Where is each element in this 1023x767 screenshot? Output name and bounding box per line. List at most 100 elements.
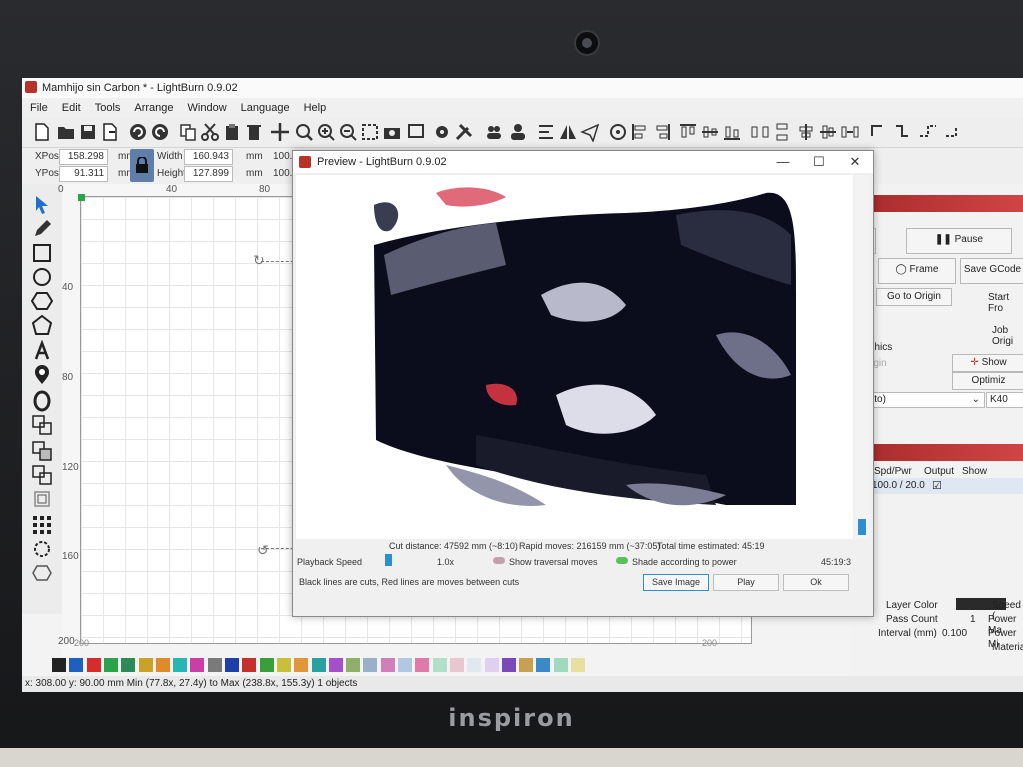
corner-right-icon[interactable]	[918, 122, 938, 142]
new-file-icon[interactable]	[32, 122, 52, 142]
color-swatch[interactable]	[207, 658, 222, 672]
offset-icon[interactable]	[31, 390, 53, 412]
align-right-icon[interactable]	[652, 122, 672, 142]
color-swatch[interactable]	[363, 658, 378, 672]
rotate-handle-icon[interactable]: ↻	[253, 252, 265, 269]
color-swatch[interactable]	[225, 658, 239, 672]
menu-help[interactable]: Help	[296, 98, 333, 114]
color-swatch[interactable]	[484, 658, 499, 672]
machine-settings-icon[interactable]	[454, 122, 474, 142]
distribute-v-icon[interactable]	[772, 122, 792, 142]
color-swatch[interactable]	[415, 658, 430, 672]
color-swatch[interactable]	[328, 658, 343, 672]
interval-value[interactable]: 0.100	[942, 628, 967, 639]
save-gcode-button[interactable]: Save GCode	[960, 258, 1023, 284]
menu-arrange[interactable]: Arrange	[126, 98, 179, 114]
slider-thumb[interactable]	[385, 554, 392, 566]
paste-icon[interactable]	[222, 122, 242, 142]
zoom-page-icon[interactable]	[294, 122, 314, 142]
color-swatch[interactable]	[311, 658, 326, 672]
color-swatch[interactable]	[52, 658, 66, 672]
align-icon[interactable]	[536, 122, 556, 142]
scrollbar-thumb[interactable]	[858, 519, 866, 535]
color-swatch[interactable]	[242, 658, 257, 672]
color-swatch[interactable]	[553, 658, 568, 672]
height-field[interactable]: 127.899	[184, 166, 233, 182]
distribute-h-icon[interactable]	[750, 122, 770, 142]
select-arrow-icon[interactable]	[31, 194, 53, 216]
color-swatch[interactable]	[276, 658, 291, 672]
traversal-toggle[interactable]	[493, 557, 505, 564]
device-select[interactable]: K40	[986, 392, 1023, 408]
ellipse-icon[interactable]	[31, 266, 53, 288]
lock-ratio-button[interactable]	[130, 149, 154, 182]
send-icon[interactable]	[580, 122, 600, 142]
boolean-union-icon[interactable]	[31, 414, 53, 436]
color-swatch[interactable]	[138, 658, 153, 672]
frame-button[interactable]: ◯ Frame	[878, 258, 956, 284]
align-top-icon[interactable]	[678, 122, 698, 142]
layer-row[interactable]: ge 100.0 / 20.0 ☑	[850, 478, 1023, 494]
output-checkbox[interactable]: ☑	[932, 479, 942, 492]
zoom-out-icon[interactable]	[338, 122, 358, 142]
export-icon[interactable]	[100, 122, 120, 142]
optimize-button[interactable]: Optimiz	[952, 372, 1023, 390]
delete-trash-icon[interactable]	[244, 122, 264, 142]
preview-image-area[interactable]	[296, 175, 853, 539]
width-field[interactable]: 160.943	[184, 149, 233, 165]
undo-icon[interactable]	[128, 122, 148, 142]
color-swatch[interactable]	[69, 658, 84, 672]
mirror-icon[interactable]	[558, 122, 578, 142]
save-image-button[interactable]: Save Image	[643, 574, 709, 591]
polygon-icon[interactable]	[31, 290, 53, 312]
color-swatch[interactable]	[432, 658, 447, 672]
menu-language[interactable]: Language	[233, 98, 296, 114]
space-icon[interactable]	[840, 122, 860, 142]
center-h-icon[interactable]	[796, 122, 816, 142]
go-to-origin-button[interactable]: Go to Origin	[876, 288, 952, 306]
color-swatch[interactable]	[259, 658, 274, 672]
scale-height-field[interactable]: 100.	[273, 168, 292, 179]
pass-count-value[interactable]: 1	[970, 614, 976, 625]
settings-gear-icon[interactable]	[432, 122, 452, 142]
camera-icon[interactable]	[382, 122, 402, 142]
text-tool-icon[interactable]	[31, 340, 53, 362]
pen-icon[interactable]	[31, 218, 53, 240]
align-bottom-icon[interactable]	[722, 122, 742, 142]
save-icon[interactable]	[78, 122, 98, 142]
circular-array-icon[interactable]	[31, 538, 53, 560]
color-swatch[interactable]	[519, 658, 534, 672]
color-swatch[interactable]	[501, 658, 516, 672]
close-icon[interactable]: ✕	[837, 151, 873, 173]
maximize-icon[interactable]: ☐	[801, 151, 837, 173]
ypos-field[interactable]: 91.311	[59, 166, 108, 182]
open-folder-icon[interactable]	[56, 122, 76, 142]
ok-button[interactable]: Ok	[783, 574, 849, 591]
align-middle-icon[interactable]	[700, 122, 720, 142]
copy-icon[interactable]	[178, 122, 198, 142]
menu-window[interactable]: Window	[180, 98, 233, 114]
pause-button[interactable]: ❚❚ Pause	[906, 228, 1012, 254]
color-swatch[interactable]	[155, 658, 170, 672]
corner-top-left-icon[interactable]	[868, 122, 888, 142]
zoom-in-icon[interactable]	[316, 122, 336, 142]
user-icon[interactable]	[508, 122, 528, 142]
color-swatch[interactable]	[398, 658, 412, 672]
minimize-icon[interactable]: —	[765, 151, 801, 173]
position-pin-icon[interactable]	[31, 364, 53, 386]
center-v-icon[interactable]	[818, 122, 838, 142]
shade-toggle[interactable]	[616, 557, 628, 564]
color-swatch[interactable]	[571, 658, 585, 672]
menu-file[interactable]: File	[22, 98, 54, 114]
color-swatch[interactable]	[121, 658, 136, 672]
boolean-intersect-icon[interactable]	[31, 464, 53, 486]
color-swatch[interactable]	[449, 658, 464, 672]
corner-end-icon[interactable]	[942, 122, 962, 142]
target-icon[interactable]	[608, 122, 628, 142]
rectangle-icon[interactable]	[31, 242, 53, 264]
xpos-field[interactable]: 158.298	[59, 149, 108, 165]
pentagon-icon[interactable]	[31, 314, 53, 336]
redo-icon[interactable]	[150, 122, 170, 142]
corner-bottom-icon[interactable]	[892, 122, 912, 142]
color-swatch[interactable]	[103, 658, 118, 672]
